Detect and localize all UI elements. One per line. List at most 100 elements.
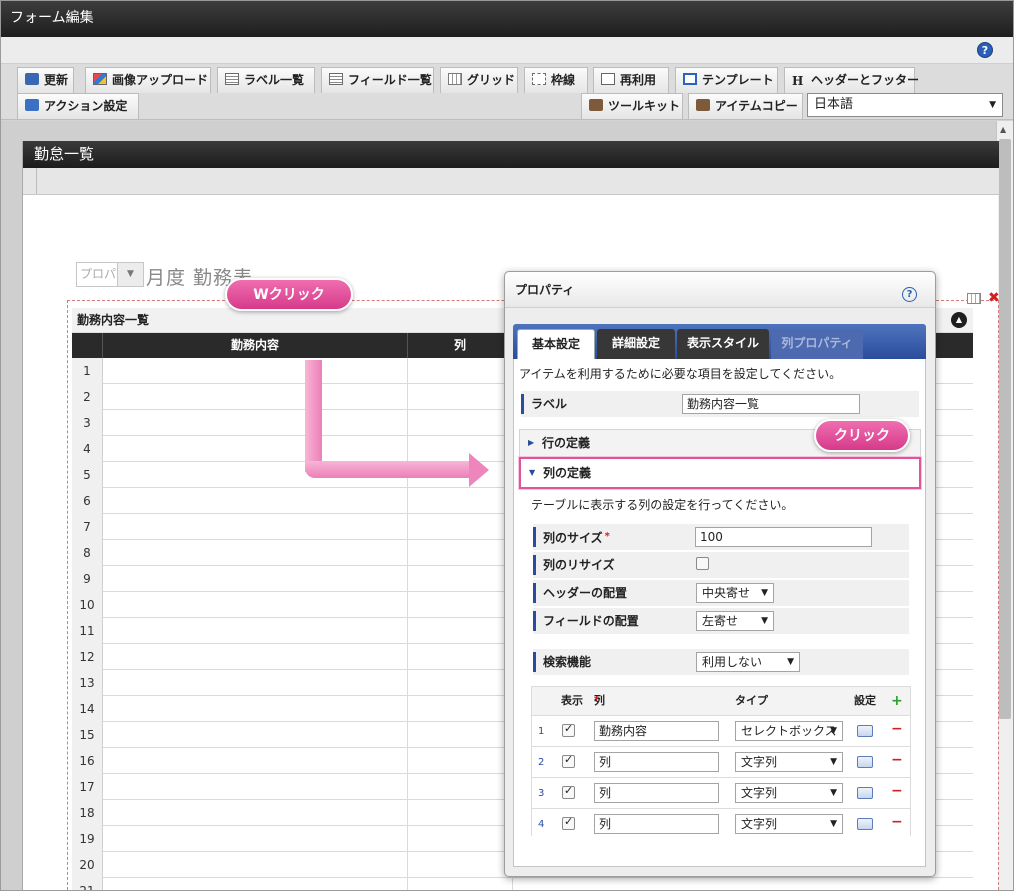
table-cell[interactable] (103, 410, 408, 436)
table-cell[interactable] (103, 696, 408, 722)
label-list-button[interactable]: ラベル一覧 (217, 67, 315, 93)
remove-column-icon[interactable]: − (891, 814, 903, 830)
table-cell[interactable] (408, 618, 513, 644)
table-cell[interactable] (408, 696, 513, 722)
table-cell[interactable] (408, 410, 513, 436)
table-row[interactable]: 21 (72, 878, 973, 890)
scrollbar-thumb[interactable] (999, 139, 1011, 719)
table-cell[interactable] (103, 618, 408, 644)
table-cell[interactable] (103, 670, 408, 696)
add-column-icon[interactable]: + (891, 687, 903, 715)
column-header-work[interactable]: 勤務内容 (103, 333, 408, 358)
field-list-button[interactable]: フィールド一覧 (321, 67, 434, 93)
table-cell[interactable] (408, 800, 513, 826)
table-cell[interactable] (408, 514, 513, 540)
reuse-button[interactable]: 再利用 (593, 67, 669, 93)
column-display-checkbox[interactable] (562, 753, 575, 768)
column-settings-icon[interactable] (857, 725, 873, 737)
column-settings-icon[interactable] (857, 787, 873, 799)
column-display-checkbox[interactable] (562, 815, 575, 830)
table-cell[interactable] (408, 566, 513, 592)
column-definition-section[interactable]: ▼ 列の定義 (519, 457, 921, 489)
table-cell[interactable] (103, 566, 408, 592)
image-upload-button[interactable]: 画像アップロード (85, 67, 211, 93)
delete-item-icon[interactable]: ✖ (988, 290, 1000, 306)
tab-display-style[interactable]: 表示スタイル (677, 329, 769, 359)
action-settings-button[interactable]: アクション設定 (17, 93, 139, 119)
table-cell[interactable] (103, 436, 408, 462)
collapse-icon[interactable]: ▲ (951, 312, 967, 328)
table-cell[interactable] (103, 878, 408, 890)
chevron-down-icon[interactable]: ▼ (117, 263, 143, 286)
remove-column-icon[interactable]: − (891, 752, 903, 768)
column-display-checkbox[interactable] (562, 784, 575, 799)
grid-button[interactable]: グリッド (440, 67, 518, 93)
table-cell[interactable] (408, 644, 513, 670)
grid-icon (448, 73, 462, 85)
table-cell[interactable] (408, 384, 513, 410)
table-cell[interactable] (103, 540, 408, 566)
column-name-input[interactable]: 列 (594, 783, 719, 803)
field-align-select[interactable]: 左寄せ ▼ (696, 611, 774, 631)
table-cell[interactable] (408, 592, 513, 618)
column-settings-icon[interactable] (857, 818, 873, 830)
remove-column-icon[interactable]: − (891, 721, 903, 737)
header-footer-button[interactable]: H ヘッダーとフッター (784, 67, 919, 93)
table-cell[interactable] (408, 540, 513, 566)
table-cell[interactable] (103, 852, 408, 878)
column-settings-icon[interactable] (857, 756, 873, 768)
remove-column-icon[interactable]: − (891, 783, 903, 799)
table-cell[interactable] (103, 826, 408, 852)
scroll-up-icon[interactable]: ▲ (1000, 125, 1006, 134)
annotation-arrow (305, 461, 470, 478)
row-number: 13 (72, 670, 103, 696)
table-cell[interactable] (408, 488, 513, 514)
column-name-input[interactable]: 列 (594, 752, 719, 772)
table-cell[interactable] (103, 514, 408, 540)
col-size-input[interactable]: 100 (695, 527, 872, 547)
label-input[interactable]: 勤務内容一覧 (682, 394, 860, 414)
table-cell[interactable] (408, 774, 513, 800)
item-grid-icon[interactable] (967, 293, 981, 304)
table-cell[interactable] (408, 358, 513, 384)
table-cell[interactable] (408, 436, 513, 462)
table-cell[interactable] (408, 670, 513, 696)
table-cell[interactable] (408, 722, 513, 748)
tab-basic[interactable]: 基本設定 (517, 329, 595, 359)
tab-detail[interactable]: 詳細設定 (597, 329, 675, 359)
table-cell[interactable] (103, 384, 408, 410)
update-button[interactable]: 更新 (17, 67, 74, 93)
column-name-input[interactable]: 勤務内容 (594, 721, 719, 741)
help-icon[interactable]: ? (902, 287, 917, 302)
table-cell[interactable] (408, 826, 513, 852)
border-button[interactable]: 枠線 (524, 67, 588, 93)
template-button[interactable]: テンプレート (675, 67, 778, 93)
col-resize-checkbox[interactable] (696, 557, 709, 570)
language-select[interactable]: 日本語 ▼ (807, 93, 1003, 117)
row-number: 9 (72, 566, 103, 592)
column-header-col[interactable]: 列 (408, 333, 513, 358)
table-cell[interactable] (103, 722, 408, 748)
month-combo[interactable]: プロパ ▼ (76, 262, 144, 287)
table-cell[interactable] (103, 488, 408, 514)
search-select[interactable]: 利用しない ▼ (696, 652, 800, 672)
table-cell[interactable] (408, 748, 513, 774)
item-copy-button[interactable]: アイテムコピー (688, 93, 803, 119)
table-cell[interactable] (103, 748, 408, 774)
table-cell[interactable] (103, 358, 408, 384)
column-type-select[interactable]: 文字列 ▼ (735, 814, 843, 834)
help-icon[interactable]: ? (977, 42, 993, 58)
table-cell[interactable] (103, 644, 408, 670)
table-cell[interactable] (408, 878, 513, 890)
column-type-select[interactable]: 文字列 ▼ (735, 752, 843, 772)
column-type-select[interactable]: 文字列 ▼ (735, 783, 843, 803)
table-cell[interactable] (103, 774, 408, 800)
column-display-checkbox[interactable] (562, 722, 575, 737)
column-type-select[interactable]: セレクトボックス ▼ (735, 721, 843, 741)
toolkit-button[interactable]: ツールキット (581, 93, 683, 119)
table-cell[interactable] (103, 592, 408, 618)
header-align-select[interactable]: 中央寄せ ▼ (696, 583, 774, 603)
table-cell[interactable] (103, 800, 408, 826)
table-cell[interactable] (408, 852, 513, 878)
column-name-input[interactable]: 列 (594, 814, 719, 834)
